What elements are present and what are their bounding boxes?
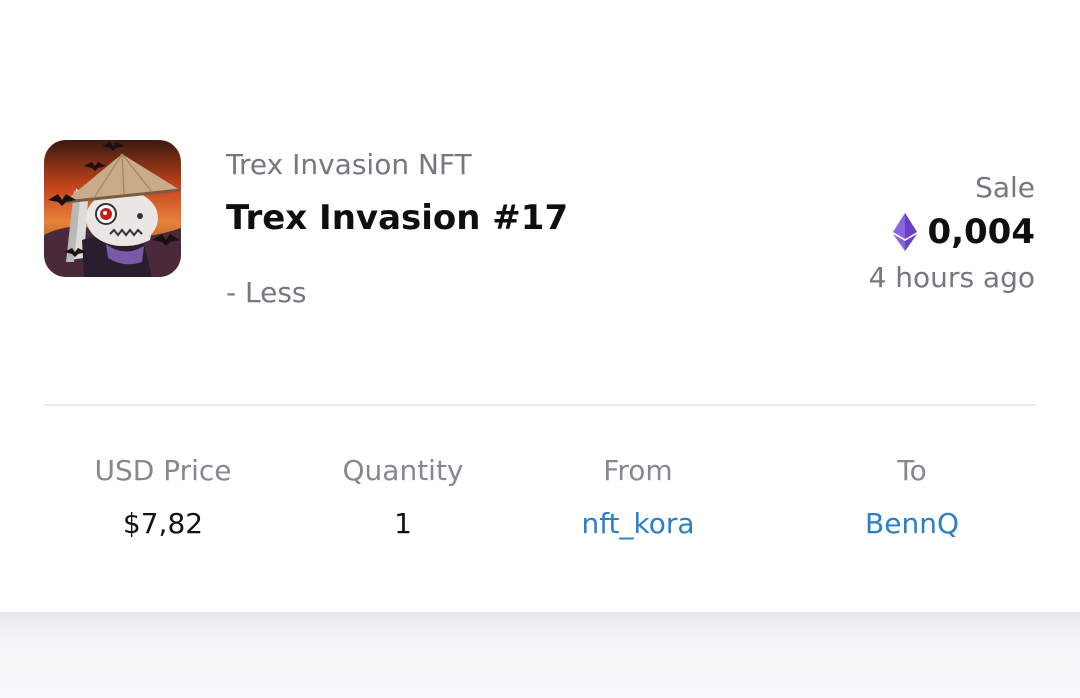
usd-price-value: $7,82	[122, 507, 204, 540]
sale-summary: Sale 0,004 4 hours ago	[869, 170, 1035, 296]
usd-price-label: USD Price	[94, 454, 232, 487]
to-label: To	[897, 454, 927, 487]
to-user-link[interactable]: BennQ	[865, 505, 959, 543]
show-less-toggle[interactable]: - Less	[226, 276, 307, 309]
usd-price-stat: USD Price $7,82	[94, 452, 231, 543]
nft-thumbnail[interactable]	[44, 140, 181, 277]
transaction-card: Trex Invasion NFT Trex Invasion #17 - Le…	[0, 0, 1080, 612]
nft-title[interactable]: Trex Invasion #17	[226, 198, 568, 238]
event-type-label: Sale	[975, 171, 1035, 204]
quantity-label: Quantity	[342, 454, 464, 487]
quantity-value: 1	[394, 507, 412, 540]
collection-name[interactable]: Trex Invasion NFT	[226, 148, 472, 181]
quantity-stat: Quantity 1	[343, 452, 464, 543]
sale-timestamp: 4 hours ago	[868, 261, 1035, 294]
to-stat: To BennQ	[865, 452, 959, 543]
from-label: From	[603, 454, 673, 487]
ethereum-icon	[893, 213, 918, 251]
price-row: 0,004	[869, 212, 1035, 252]
nft-artwork-image	[44, 140, 181, 277]
from-user-link[interactable]: nft_kora	[581, 505, 694, 543]
from-stat: From nft_kora	[581, 452, 694, 543]
card-separator-shadow	[0, 612, 1080, 698]
eth-price: 0,004	[927, 212, 1035, 252]
divider	[44, 404, 1036, 406]
